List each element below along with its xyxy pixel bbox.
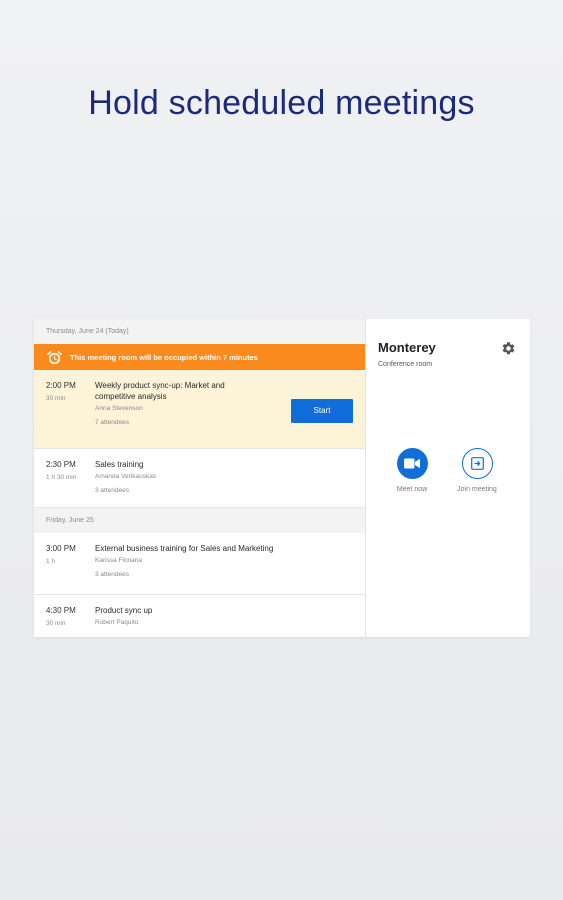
meeting-time: 3:00 PM — [46, 544, 76, 553]
occupancy-banner: This meeting room will be occupied withi… — [34, 344, 365, 370]
meeting-duration: 30 min — [46, 395, 66, 402]
join-meeting-icon — [461, 448, 493, 479]
join-meeting-button[interactable]: Join meeting — [447, 448, 507, 493]
room-panel: Monterey Conference room Meet now Join m… — [365, 319, 530, 637]
meeting-title: Product sync up — [95, 606, 153, 615]
start-button[interactable]: Start — [291, 399, 353, 423]
meeting-organizer: Karissa Floriana — [95, 557, 142, 564]
meeting-organizer: Amanda Verikauskas — [95, 473, 157, 480]
video-camera-icon — [396, 448, 428, 479]
device-screen: Thursday, June 24 (Today) This meeting r… — [34, 319, 530, 637]
meeting-title: Sales training — [95, 460, 144, 469]
banner-text: This meeting room will be occupied withi… — [70, 352, 258, 362]
meeting-duration: 30 min — [46, 620, 66, 627]
meet-now-button[interactable]: Meet now — [382, 448, 442, 493]
meeting-duration: 1 h 30 min — [46, 474, 77, 481]
page-headline: Hold scheduled meetings — [88, 84, 475, 122]
day-header-today: Thursday, June 24 (Today) — [34, 319, 365, 344]
meeting-time: 2:30 PM — [46, 460, 76, 469]
meeting-time: 2:00 PM — [46, 381, 76, 390]
gear-icon[interactable] — [501, 341, 516, 356]
meeting-row[interactable]: 3:00 PM 1 h External business training f… — [34, 533, 365, 595]
day-header-tomorrow: Friday, June 25 — [34, 508, 365, 533]
meet-now-label: Meet now — [396, 486, 428, 493]
meeting-attendees: 3 attendees — [95, 487, 129, 494]
meeting-duration: 1 h — [46, 558, 56, 565]
room-type: Conference room — [378, 361, 433, 368]
room-name: Monterey — [378, 340, 436, 355]
meeting-row[interactable]: 2:30 PM 1 h 30 min Sales training Amanda… — [34, 449, 365, 508]
alarm-icon — [46, 350, 63, 365]
meeting-organizer: Robert Paquito — [95, 619, 139, 626]
meeting-row[interactable]: 4:30 PM 30 min Product sync up Robert Pa… — [34, 595, 365, 637]
meeting-row[interactable]: 2:00 PM 30 min Weekly product sync-up: M… — [34, 370, 365, 449]
schedule-panel: Thursday, June 24 (Today) This meeting r… — [34, 319, 365, 637]
join-meeting-label: Join meeting — [457, 486, 497, 493]
meeting-attendees: 3 attendees — [95, 571, 129, 578]
meeting-title: Weekly product sync-up: Market and compe… — [95, 381, 225, 401]
meeting-time: 4:30 PM — [46, 606, 76, 615]
meeting-title: External business training for Sales and… — [95, 544, 274, 553]
